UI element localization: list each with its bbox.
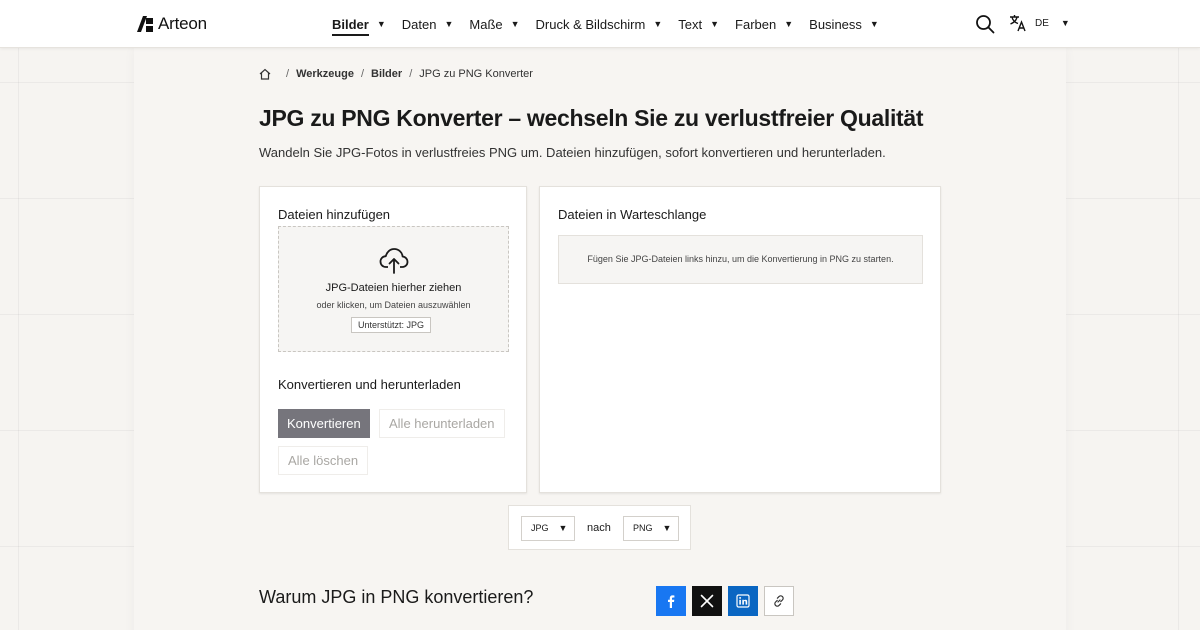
search-icon [976, 15, 995, 34]
arteon-logo-icon [137, 16, 153, 32]
x-icon [700, 594, 714, 608]
main-content: / Werkzeuge / Bilder / JPG zu PNG Konver… [134, 48, 1066, 630]
source-format-value: JPG [531, 523, 549, 533]
chevron-down-icon: ▼ [1060, 18, 1070, 28]
language-switcher[interactable]: DE ▼ [1009, 14, 1070, 32]
nav-item-druck-bildschirm[interactable]: Druck & Bildschirm ▼ [536, 0, 663, 48]
chevron-down-icon: ▼ [444, 19, 454, 29]
nav-item-text[interactable]: Text ▼ [678, 0, 719, 48]
breadcrumb: / Werkzeuge / Bilder / JPG zu PNG Konver… [259, 68, 533, 80]
translate-icon [1010, 15, 1026, 32]
target-format-value: PNG [633, 523, 653, 533]
copy-link-button[interactable] [764, 586, 794, 616]
breadcrumb-bilder[interactable]: Bilder [371, 68, 402, 80]
nav-label: Bilder [332, 17, 369, 36]
target-format-select[interactable]: PNG ▼ [623, 516, 679, 541]
clear-all-button[interactable]: Alle löschen [278, 446, 369, 475]
page-subtitle: Wandeln Sie JPG-Fotos in verlustfreies P… [259, 145, 886, 160]
search-button[interactable] [975, 14, 995, 34]
facebook-icon [668, 595, 675, 608]
dropzone-hint: oder klicken, um Dateien auszuwählen [316, 300, 471, 310]
format-connector: nach [587, 522, 611, 534]
nav-label: Farben [735, 16, 777, 32]
download-all-button[interactable]: Alle herunterladen [379, 409, 505, 438]
share-x-button[interactable] [692, 586, 722, 616]
nav-label: Druck & Bildschirm [535, 16, 646, 32]
chevron-down-icon: ▼ [653, 19, 663, 29]
chevron-down-icon: ▼ [510, 19, 520, 29]
upload-card: Dateien hinzufügen JPG-Dateien hierher z… [259, 186, 527, 493]
upload-heading: Dateien hinzufügen [278, 207, 391, 222]
chevron-down-icon: ▼ [784, 19, 794, 29]
breadcrumb-separator: / [286, 68, 290, 80]
file-dropzone[interactable]: JPG-Dateien hierher ziehen oder klicken,… [278, 226, 509, 352]
convert-button[interactable]: Konvertieren [278, 409, 370, 438]
source-format-select[interactable]: JPG ▼ [521, 516, 575, 541]
chevron-down-icon: ▼ [869, 19, 879, 29]
nav-item-masse[interactable]: Maße ▼ [469, 0, 519, 48]
breadcrumb-werkzeuge[interactable]: Werkzeuge [296, 68, 354, 80]
nav-item-bilder[interactable]: Bilder ▼ [332, 0, 386, 48]
share-facebook-button[interactable] [656, 586, 686, 616]
chevron-down-icon: ▼ [710, 19, 720, 29]
nav-label: Business [809, 16, 862, 32]
nav-label: Daten [401, 16, 437, 32]
link-icon [774, 595, 784, 607]
queue-heading: Dateien in Warteschlange [558, 207, 707, 222]
nav-label: Text [678, 16, 703, 32]
supported-format-badge: Unterstützt: JPG [351, 317, 432, 333]
actions-heading: Konvertieren und herunterladen [278, 377, 461, 392]
page-title: JPG zu PNG Konverter – wechseln Sie zu v… [259, 105, 924, 131]
breadcrumb-separator: / [409, 68, 413, 80]
brand-name: Arteon [158, 14, 207, 33]
share-linkedin-button[interactable] [728, 586, 758, 616]
language-code: DE [1035, 17, 1049, 29]
nav-item-farben[interactable]: Farben ▼ [735, 0, 793, 48]
queue-empty-state: Fügen Sie JPG-Dateien links hinzu, um di… [558, 235, 923, 284]
queue-card: Dateien in Warteschlange Fügen Sie JPG-D… [539, 186, 941, 493]
format-selector: JPG ▼ nach PNG ▼ [508, 505, 691, 550]
main-nav: Bilder ▼ Daten ▼ Maße ▼ Druck & Bildschi… [332, 0, 895, 48]
cloud-upload-icon [379, 248, 409, 274]
chevron-down-icon: ▼ [376, 19, 386, 29]
nav-label: Maße [469, 16, 503, 32]
why-heading: Warum JPG in PNG konvertieren? [259, 587, 534, 607]
top-navigation-bar: Arteon Bilder ▼ Daten ▼ Maße ▼ Druck & B… [0, 0, 1200, 48]
linkedin-icon [736, 594, 750, 608]
home-icon[interactable] [259, 68, 271, 80]
nav-item-daten[interactable]: Daten ▼ [402, 0, 454, 48]
nav-item-business[interactable]: Business ▼ [809, 0, 879, 48]
breadcrumb-separator: / [360, 68, 364, 80]
brand-logo[interactable]: Arteon [137, 14, 207, 34]
breadcrumb-current: JPG zu PNG Konverter [419, 68, 533, 80]
chevron-down-icon: ▼ [662, 523, 672, 533]
dropzone-title: JPG-Dateien hierher ziehen [325, 282, 462, 294]
chevron-down-icon: ▼ [558, 523, 568, 533]
